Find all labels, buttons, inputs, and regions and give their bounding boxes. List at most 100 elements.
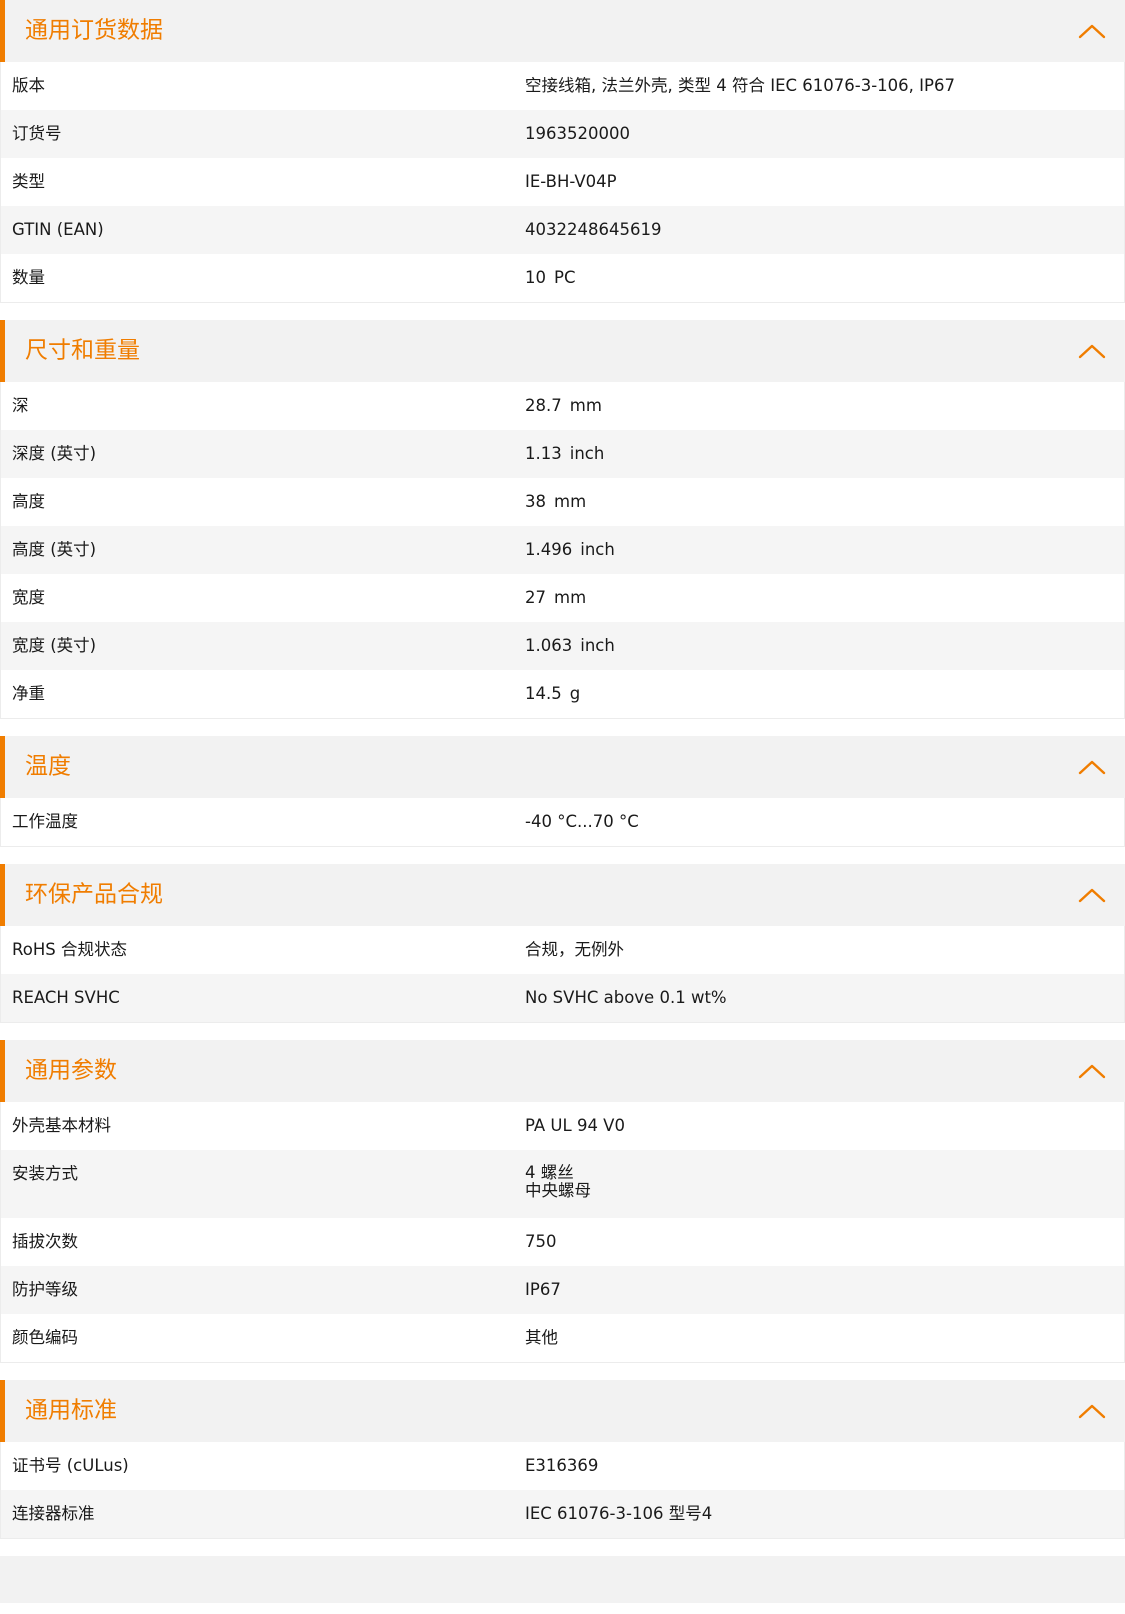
spec-row: 工作温度 -40 °C...70 °C bbox=[1, 798, 1124, 846]
spec-value-text: 27 bbox=[525, 588, 546, 608]
spec-label: 颜色编码 bbox=[12, 1328, 78, 1348]
spec-value-text: 空接线箱, 法兰外壳, 类型 4 符合 IEC 61076-3-106, IP6… bbox=[525, 76, 955, 96]
spec-row: 数量 10 PC bbox=[1, 254, 1124, 302]
spec-table: 深 28.7 mm 深度 (英寸) 1.13 inch 高度 38 mm 高度 (英寸) 1.496… bbox=[0, 382, 1125, 719]
section-header[interactable]: 尺寸和重量 bbox=[0, 320, 1125, 382]
spec-label: 数量 bbox=[12, 268, 45, 288]
chevron-up-icon[interactable] bbox=[1077, 1402, 1107, 1420]
spec-row: 深度 (英寸) 1.13 inch bbox=[1, 430, 1124, 478]
spec-label: 订货号 bbox=[12, 124, 62, 144]
spec-section: 温度工作温度 -40 °C...70 °C bbox=[0, 736, 1125, 847]
section-title: 温度 bbox=[25, 753, 71, 780]
spec-label: 高度 (英寸) bbox=[12, 540, 97, 560]
spec-value-text: 4032248645619 bbox=[525, 220, 662, 240]
spec-value: 27 mm bbox=[525, 588, 1124, 608]
chevron-up-icon[interactable] bbox=[1077, 22, 1107, 40]
spec-label: 宽度 bbox=[12, 588, 45, 608]
spec-row: 外壳基本材料 PA UL 94 V0 bbox=[1, 1102, 1124, 1150]
spec-row: 订货号 1963520000 bbox=[1, 110, 1124, 158]
spec-label: 深 bbox=[12, 396, 29, 416]
spec-row: 颜色编码 其他 bbox=[1, 1314, 1124, 1362]
spec-label: 连接器标准 bbox=[12, 1504, 95, 1524]
spec-table: RoHS 合规状态 合规，无例外 REACH SVHC No SVHC above 0… bbox=[0, 926, 1125, 1023]
spec-label: 深度 (英寸) bbox=[12, 444, 97, 464]
spec-unit: g bbox=[569, 684, 581, 704]
spec-row: 连接器标准 IEC 61076-3-106 型号4 bbox=[1, 1490, 1124, 1538]
next-section-header-partial bbox=[0, 1556, 1125, 1603]
spec-unit: mm bbox=[554, 492, 587, 512]
spec-row: 宽度 27 mm bbox=[1, 574, 1124, 622]
spec-label: 高度 bbox=[12, 492, 45, 512]
spec-value-text: 1963520000 bbox=[525, 124, 630, 144]
spec-unit: inch bbox=[580, 540, 615, 560]
chevron-up-icon[interactable] bbox=[1077, 1062, 1107, 1080]
section-header[interactable]: 通用订货数据 bbox=[0, 0, 1125, 62]
spec-unit: inch bbox=[580, 636, 615, 656]
spec-label: 安装方式 bbox=[12, 1164, 78, 1183]
spec-label: 防护等级 bbox=[12, 1280, 78, 1300]
spec-section: 通用标准证书号 (cULus) E316369 连接器标准 IEC 61076-3-1… bbox=[0, 1380, 1125, 1539]
spec-table: 外壳基本材料 PA UL 94 V0 安装方式 4 螺丝 中央螺母 插拔次数 750 防护等级… bbox=[0, 1102, 1125, 1363]
spec-label: 外壳基本材料 bbox=[12, 1116, 111, 1136]
spec-table: 证书号 (cULus) E316369 连接器标准 IEC 61076-3-106 型… bbox=[0, 1442, 1125, 1539]
spec-value-text: 其他 bbox=[525, 1328, 558, 1348]
section-header[interactable]: 通用标准 bbox=[0, 1380, 1125, 1442]
spec-unit: mm bbox=[554, 588, 587, 608]
spec-value: 14.5 g bbox=[525, 684, 1124, 704]
spec-value-text: 1.13 bbox=[525, 444, 562, 464]
chevron-up-icon[interactable] bbox=[1077, 886, 1107, 904]
chevron-up-icon[interactable] bbox=[1077, 758, 1107, 776]
spec-value-text: IP67 bbox=[525, 1280, 561, 1300]
spec-value: 1.063 inch bbox=[525, 636, 1124, 656]
spec-value-text: E316369 bbox=[525, 1456, 599, 1476]
spec-value: IP67 bbox=[525, 1280, 1124, 1300]
spec-row: REACH SVHC No SVHC above 0.1 wt% bbox=[1, 974, 1124, 1022]
spec-value: E316369 bbox=[525, 1456, 1124, 1476]
spec-label: 插拔次数 bbox=[12, 1232, 78, 1252]
spec-row: 证书号 (cULus) E316369 bbox=[1, 1442, 1124, 1490]
spec-value: 合规，无例外 bbox=[525, 940, 1124, 960]
section-title: 通用标准 bbox=[25, 1397, 117, 1424]
spec-value: PA UL 94 V0 bbox=[525, 1116, 1124, 1136]
spec-page: 通用订货数据 版本 空接线箱, 法兰外壳, 类型 4 符合 IEC 61076-3-… bbox=[0, 0, 1125, 1539]
spec-value: IE-BH-V04P bbox=[525, 172, 1124, 192]
spec-value: 1.13 inch bbox=[525, 444, 1124, 464]
spec-value-text: IE-BH-V04P bbox=[525, 172, 617, 192]
spec-value-text: 750 bbox=[525, 1232, 557, 1252]
spec-row: 插拔次数 750 bbox=[1, 1218, 1124, 1266]
spec-value-line: 4 螺丝 bbox=[525, 1163, 574, 1182]
spec-row: 高度 (英寸) 1.496 inch bbox=[1, 526, 1124, 574]
section-header[interactable]: 温度 bbox=[0, 736, 1125, 798]
spec-value-text: 合规，无例外 bbox=[525, 940, 624, 960]
spec-label: RoHS 合规状态 bbox=[12, 940, 127, 960]
spec-section: 环保产品合规 RoHS 合规状态 合规，无例外 REACH SVHC No SVHC a… bbox=[0, 864, 1125, 1023]
spec-row: GTIN (EAN) 4032248645619 bbox=[1, 206, 1124, 254]
spec-value: 750 bbox=[525, 1232, 1124, 1252]
spec-label: REACH SVHC bbox=[12, 988, 120, 1008]
spec-label: GTIN (EAN) bbox=[12, 220, 104, 240]
spec-value: -40 °C...70 °C bbox=[525, 812, 1124, 832]
spec-row: 宽度 (英寸) 1.063 inch bbox=[1, 622, 1124, 670]
spec-value-text: -40 °C...70 °C bbox=[525, 812, 639, 832]
spec-row: 防护等级 IP67 bbox=[1, 1266, 1124, 1314]
spec-value: 4032248645619 bbox=[525, 220, 1124, 240]
chevron-up-icon[interactable] bbox=[1077, 342, 1107, 360]
section-header[interactable]: 环保产品合规 bbox=[0, 864, 1125, 926]
spec-section: 尺寸和重量深 28.7 mm 深度 (英寸) 1.13 inch 高度 38 mm 高度 (英寸)… bbox=[0, 320, 1125, 719]
section-header[interactable]: 通用参数 bbox=[0, 1040, 1125, 1102]
spec-row: 净重 14.5 g bbox=[1, 670, 1124, 718]
spec-value-text: 1.063 bbox=[525, 636, 573, 656]
section-title: 通用参数 bbox=[25, 1057, 117, 1084]
spec-value: 1.496 inch bbox=[525, 540, 1124, 560]
spec-value-text: PA UL 94 V0 bbox=[525, 1116, 625, 1136]
spec-section: 通用订货数据 版本 空接线箱, 法兰外壳, 类型 4 符合 IEC 61076-3-… bbox=[0, 0, 1125, 303]
spec-value-text: 10 bbox=[525, 268, 546, 288]
spec-unit: PC bbox=[554, 268, 576, 288]
spec-value: 10 PC bbox=[525, 268, 1124, 288]
spec-label: 宽度 (英寸) bbox=[12, 636, 97, 656]
spec-value: 空接线箱, 法兰外壳, 类型 4 符合 IEC 61076-3-106, IP6… bbox=[525, 76, 1124, 96]
spec-value-text: 28.7 bbox=[525, 396, 562, 416]
spec-value-text: 38 bbox=[525, 492, 546, 512]
spec-value: 28.7 mm bbox=[525, 396, 1124, 416]
spec-label: 证书号 (cULus) bbox=[12, 1456, 129, 1476]
